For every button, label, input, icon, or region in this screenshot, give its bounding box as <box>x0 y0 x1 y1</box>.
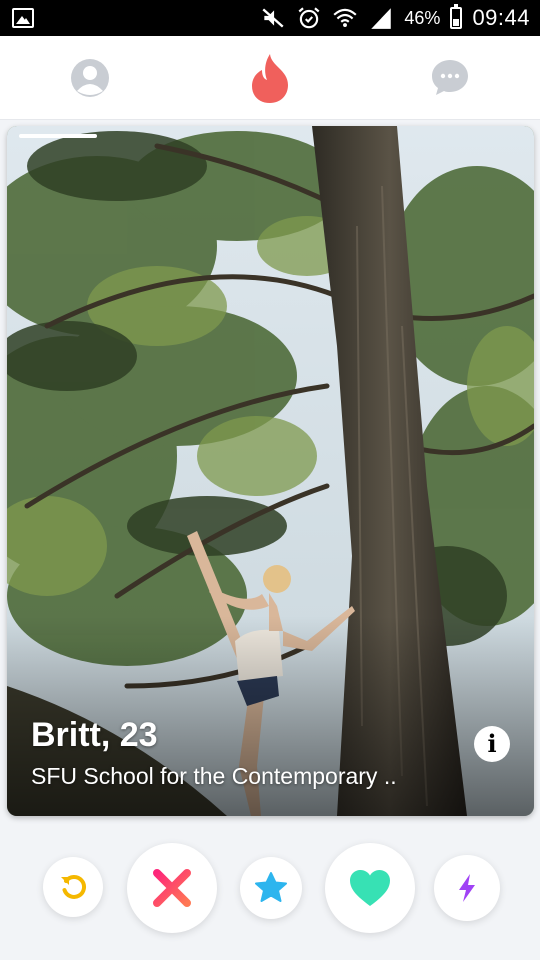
profile-name-age: Britt, 23 <box>31 716 158 754</box>
rewind-button[interactable] <box>43 857 103 917</box>
top-nav <box>0 36 540 120</box>
battery-percent: 46% <box>404 7 441 28</box>
messages-tab[interactable] <box>420 48 480 108</box>
messages-icon <box>432 59 468 95</box>
profile-tab[interactable] <box>60 48 120 108</box>
profile-card[interactable]: Britt, 23 SFU School for the Contemporar… <box>7 126 534 816</box>
info-button[interactable]: i <box>474 726 510 762</box>
alarm-icon <box>298 7 320 29</box>
super-like-icon <box>255 872 287 902</box>
rewind-icon <box>61 875 87 899</box>
super-like-button[interactable] <box>240 857 302 919</box>
boost-icon <box>459 874 475 902</box>
boost-button[interactable] <box>434 855 500 921</box>
battery-level-fill <box>453 19 460 26</box>
flame-icon <box>252 53 288 103</box>
gallery-icon <box>12 8 34 28</box>
profile-icon <box>71 58 109 97</box>
wifi-icon <box>333 8 357 27</box>
info-icon: i <box>487 729 497 758</box>
mute-icon <box>262 8 284 28</box>
swipe-tab[interactable] <box>240 48 300 108</box>
signal-icon <box>371 8 392 29</box>
photo-indicator <box>19 134 97 138</box>
like-icon <box>350 870 390 906</box>
clock: 09:44 <box>472 5 530 30</box>
nope-button[interactable] <box>127 843 217 933</box>
battery-icon <box>450 4 463 29</box>
nope-icon <box>153 869 191 907</box>
profile-school: SFU School for the Contemporary .. <box>31 763 397 789</box>
like-button[interactable] <box>325 843 415 933</box>
status-bar: 46% 09:44 <box>0 0 540 36</box>
